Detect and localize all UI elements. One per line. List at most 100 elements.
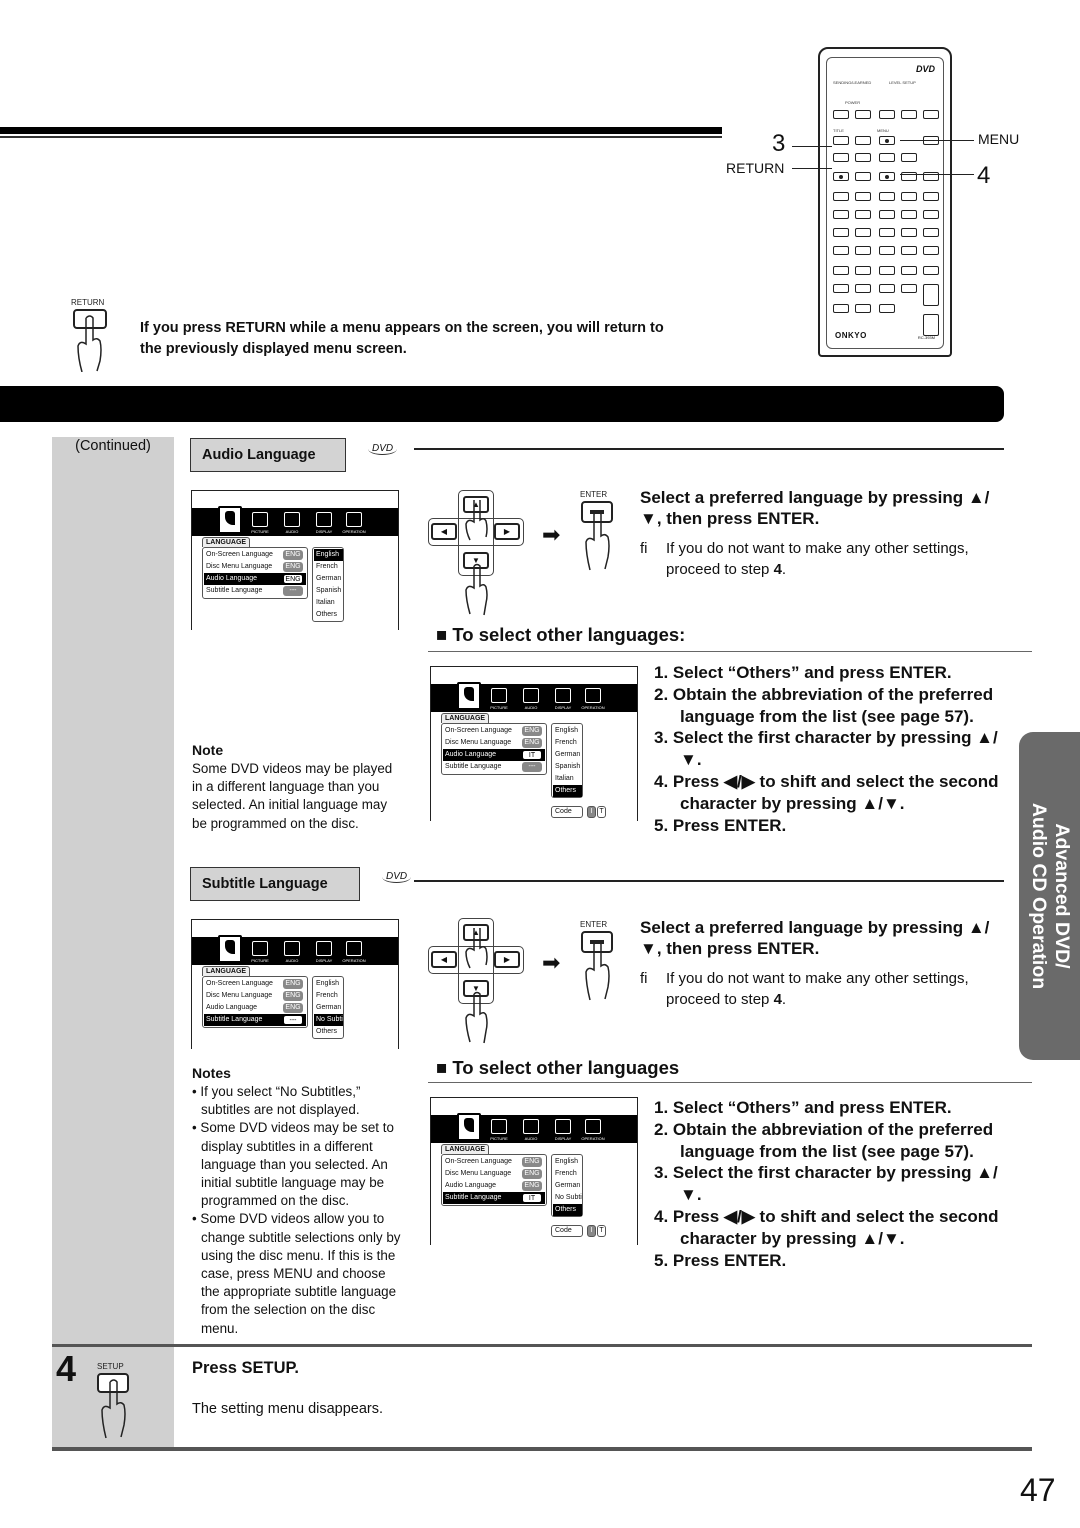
step-item: 3. Select the first character by pressin…: [654, 728, 998, 770]
osd-icon-caption: DISPLAY: [554, 705, 572, 710]
square-bullet-icon: ■: [436, 624, 453, 645]
step-item: 1. Select “Others” and press ENTER.: [654, 663, 952, 682]
osd-option: Spanish: [555, 763, 581, 770]
remote-button: [855, 192, 871, 201]
osd-picture-icon: [252, 941, 268, 956]
osd-option: Italian: [555, 775, 574, 782]
subtitle-notes-title: Notes: [192, 1065, 231, 1081]
osd-menu-bar: PICTURE AUDIO DISPLAY OPERATION: [192, 935, 398, 965]
tip-step: 4: [773, 561, 782, 578]
callout-menu: MENU: [978, 131, 1020, 147]
osd-audio-icon: [284, 512, 300, 527]
subheading-rule: [428, 651, 1032, 652]
heading-text: To select other languages:: [452, 624, 686, 645]
osd-settings-panel: On-Screen Language ENG Disc Menu Language E…: [202, 976, 308, 1028]
remote-button: [833, 192, 849, 201]
page-number: 47: [1020, 1472, 1056, 1508]
osd-option: English: [316, 980, 339, 987]
osd-menu-bar: PICTURE AUDIO DISPLAY OPERATION: [431, 682, 637, 712]
osd-picture-icon: [252, 512, 268, 527]
osd-code-char: T: [597, 806, 606, 818]
step-item: 5. Press ENTER.: [654, 815, 787, 835]
osd-options-list: English French German No Subtitles Others: [551, 1154, 583, 1217]
step-item: 4. Press ◀/▶ to shift and select the sec…: [654, 771, 999, 813]
chapter-title-line1: Advanced DVD/: [1050, 823, 1073, 969]
osd-settings-panel: On-Screen Language ENG Disc Menu Language E…: [202, 547, 308, 599]
callout-line: [792, 146, 832, 147]
osd-icon-caption: PICTURE: [490, 705, 508, 710]
chapter-side-tab: Advanced DVD/ Audio CD Operation: [1019, 732, 1080, 1060]
remote-button: [855, 304, 871, 313]
tip-bullet: fi: [640, 970, 648, 987]
remote-button: [901, 153, 917, 162]
osd-code-char: I: [587, 1225, 596, 1237]
section-rule: [414, 880, 1004, 882]
remote-button: [879, 110, 895, 119]
hand-press-icon: [465, 928, 488, 1044]
osd-option: Spanish: [316, 587, 342, 594]
osd-setting-value: ENG: [283, 574, 303, 584]
osd-audio-icon: [284, 941, 300, 956]
dpad-left-button: ◀: [431, 523, 457, 540]
osd-operation-icon: [585, 688, 601, 703]
tip-step: 4: [773, 991, 782, 1008]
osd-language-icon: [218, 935, 242, 963]
osd-screen-audio-language: PICTURE AUDIO DISPLAY OPERATION LANGUAGE On-S…: [191, 490, 399, 630]
osd-icon-caption: DISPLAY: [554, 1136, 572, 1141]
dvd-icon: DVD: [368, 443, 398, 455]
callout-step-3: 3: [772, 130, 786, 157]
subheading-rule: [428, 1082, 1032, 1083]
osd-setting-value: ENG: [522, 738, 542, 748]
osd-icon-caption: OPERATION: [581, 1136, 605, 1141]
osd-option: German: [316, 1004, 342, 1011]
osd-option: French: [316, 992, 338, 999]
remote-button-enter: [855, 153, 871, 162]
osd-language-icon: [457, 1113, 481, 1141]
dpad-illustration: ▲ ◀ ▶ ▼: [428, 490, 538, 616]
audio-language-title: Audio Language: [202, 447, 316, 463]
remote-button: [923, 246, 939, 255]
remote-button: [855, 210, 871, 219]
hand-press-enter-icon: [581, 931, 613, 1001]
header-rule: [0, 127, 722, 134]
osd-icon-caption: AUDIO: [285, 529, 299, 534]
osd-setting-value: ---: [283, 1015, 303, 1025]
osd-option: Others: [553, 785, 582, 797]
remote-button: [833, 284, 849, 293]
osd-icon-caption: AUDIO: [524, 705, 538, 710]
setup-button-label: SETUP: [97, 1362, 124, 1371]
remote-button: [855, 266, 871, 275]
osd-setting-value: ENG: [283, 979, 303, 989]
return-button-label: RETURN: [71, 298, 105, 307]
audio-steps-list: 1. Select “Others” and press ENTER. 2. O…: [654, 662, 1006, 836]
osd-icon-caption: PICTURE: [251, 529, 269, 534]
osd-setting-value: ENG: [522, 726, 542, 736]
hand-press-icon: [465, 500, 488, 616]
hand-press-enter-icon: [581, 501, 613, 571]
audio-language-heading: Audio Language: [190, 438, 346, 472]
osd-icon-caption: OPERATION: [342, 958, 366, 963]
osd-display-icon: [555, 1119, 571, 1134]
osd-display-icon: [316, 512, 332, 527]
remote-button: [833, 304, 849, 313]
dpad-illustration: ▲ ◀ ▶ ▼: [428, 918, 538, 1044]
osd-option: French: [316, 563, 338, 570]
subtitle-language-heading: Subtitle Language: [190, 867, 360, 901]
remote-button: [901, 210, 917, 219]
remote-button: [833, 266, 849, 275]
remote-button-up: [855, 136, 871, 145]
remote-button: [901, 246, 917, 255]
enter-button-label: ENTER: [580, 920, 608, 929]
remote-label: LEVEL SETUP: [889, 80, 916, 85]
remote-button: [923, 110, 939, 119]
osd-setting-value: ENG: [522, 1157, 542, 1167]
remote-label: SENDING/LEARNED: [833, 80, 872, 85]
remote-button: [901, 192, 917, 201]
osd-options-list: English French German Spanish Italian Others: [312, 547, 344, 622]
remote-button-setup: [879, 172, 895, 181]
callout-line: [792, 168, 832, 169]
return-hint-text: If you press RETURN while a menu appears…: [140, 320, 664, 357]
remote-model: RC-393M: [917, 335, 935, 340]
remote-button: [879, 210, 895, 219]
osd-options-list: English French German No Subtitles Others: [312, 976, 344, 1039]
